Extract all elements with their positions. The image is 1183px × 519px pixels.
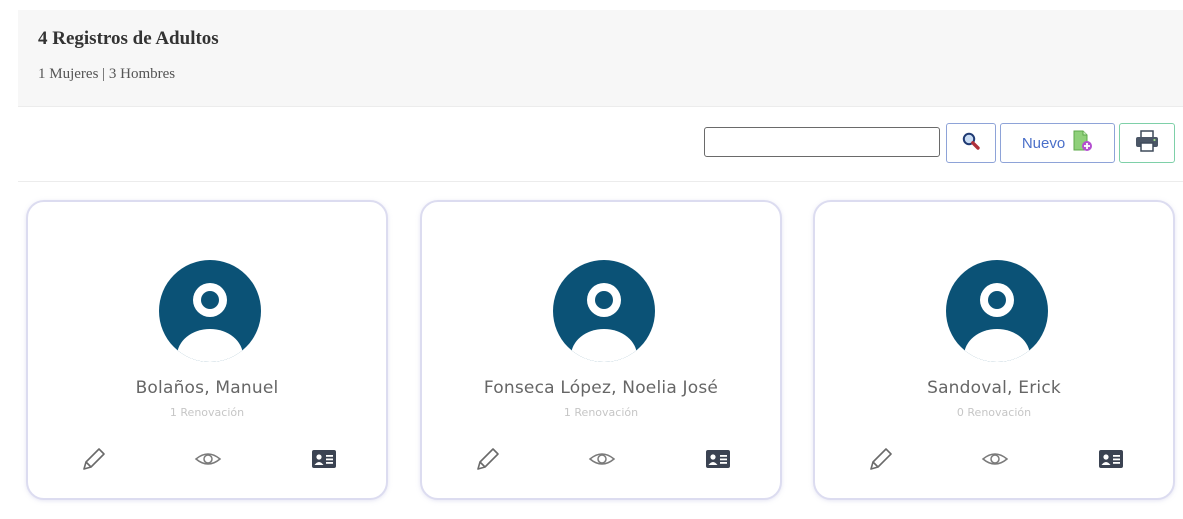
person-card: Bolaños, Manuel 1 Renovación [26,200,388,500]
page-title: 4 Registros de Adultos [38,28,219,49]
card-name: Fonseca López, Noelia José [483,378,719,398]
id-card-icon[interactable] [703,444,733,474]
search-button[interactable] [946,123,996,163]
edit-pencil-icon[interactable] [472,444,502,474]
person-card: Fonseca López, Noelia José 1 Renovación [420,200,782,500]
print-button[interactable] [1119,123,1175,163]
view-eye-icon[interactable] [587,444,617,474]
toolbar: Nuevo [18,106,1183,182]
new-button[interactable]: Nuevo [1000,123,1115,163]
page-header: 4 Registros de Adultos 1 Mujeres | 3 Hom… [18,10,1183,106]
search-input[interactable] [704,127,940,157]
user-avatar-icon [159,260,261,362]
card-renewal-count: 1 Renovación [169,406,245,419]
printer-icon [1134,129,1160,157]
id-card-icon[interactable] [1096,444,1126,474]
user-avatar-icon [946,260,1048,362]
new-button-label: Nuevo [1021,134,1066,152]
edit-pencil-icon[interactable] [865,444,895,474]
user-avatar-icon [553,260,655,362]
card-actions [28,444,386,474]
card-name: Bolaños, Manuel [135,378,279,398]
card-name: Sandoval, Erick [927,378,1061,398]
person-card: Sandoval, Erick 0 Renovación [813,200,1175,500]
view-eye-icon[interactable] [193,444,223,474]
view-eye-icon[interactable] [980,444,1010,474]
cards-grid: Bolaños, Manuel 1 Renovación Fonseca Lóp… [0,182,1183,519]
card-renewal-count: 0 Renovación [956,406,1032,419]
new-document-icon [1071,130,1093,156]
card-actions [422,444,780,474]
edit-pencil-icon[interactable] [78,444,108,474]
search-icon [961,131,981,155]
page-subtitle: 1 Mujeres | 3 Hombres [38,66,176,82]
card-renewal-count: 1 Renovación [563,406,639,419]
id-card-icon[interactable] [309,444,339,474]
card-actions [815,444,1173,474]
